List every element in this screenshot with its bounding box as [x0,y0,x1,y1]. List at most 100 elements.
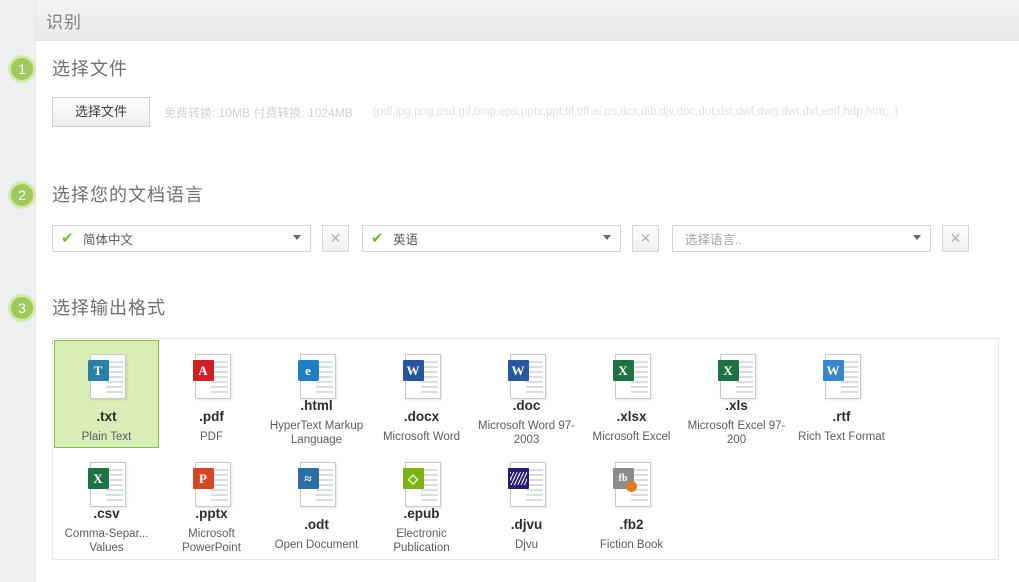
format-name-label: PDF [162,430,262,444]
format-tile-pdf[interactable]: A .pdf PDF [159,340,264,448]
fb2-dot-icon [626,481,637,492]
format-extension-label: .pptx [195,506,227,521]
supported-extensions-note: (pdf,jpg,png,psd,gif,bmp,eps,pptx,ppt,ti… [373,106,899,118]
choose-file-button[interactable]: 选择文件 [52,97,150,127]
left-gutter [0,0,36,582]
format-name-label: Microsoft Excel [582,430,682,444]
file-icon-xlsx-icon: X [611,354,653,402]
output-format-panel: T .txt Plain Text A .pdf PDF e .html HyperText M… [52,338,999,560]
step-badge-2: 2 [8,181,36,209]
format-tile-odt[interactable]: ≈ .odt Open Document [264,448,369,556]
format-badge-icon: T [88,360,109,381]
clear-language-2-button[interactable]: ✕ [632,225,659,252]
format-badge-icon: A [193,360,214,381]
check-icon: ✔ [61,231,77,246]
djvu-stripes-icon [510,472,527,485]
file-icon-docx-icon: W [401,354,443,402]
step-title-1: 选择文件 [52,55,128,81]
step-title-3: 选择输出格式 [52,294,166,320]
format-tile-csv[interactable]: X .csv Comma-Separ... Values [54,448,159,556]
step-title-2: 选择您的文档语言 [52,181,204,207]
format-badge-icon: P [193,468,214,489]
chevron-down-icon [913,235,921,240]
main-content: 1 选择文件 选择文件 免费转换: 10MB 付费转换: 1024MB (pdf… [36,41,1019,582]
format-extension-label: .txt [96,409,116,424]
language-selector-row: ✔ 简体中文 ✕ ✔ 英语 ✕ 选择语言.. ✕ [52,225,969,252]
chevron-down-icon [603,235,611,240]
file-icon-odt-icon: ≈ [296,462,338,510]
format-name-label: Plain Text [57,430,157,444]
format-extension-label: .pdf [199,409,224,424]
language-group-1: ✔ 简体中文 ✕ [52,225,349,252]
format-extension-label: .csv [93,506,119,521]
step-badge-3: 3 [8,294,36,322]
format-extension-label: .odt [304,517,329,532]
format-tile-doc[interactable]: W .doc Microsoft Word 97-2003 [474,340,579,448]
format-name-label: Microsoft Word 97-2003 [477,419,577,447]
format-extension-label: .docx [404,409,439,424]
file-icon-xls-icon: X [716,354,758,391]
file-icon-doc-icon: W [506,354,548,391]
format-tile-rtf[interactable]: W.rtfRich Text Format [789,340,894,448]
format-extension-label: .rtf [833,409,851,424]
format-tile-epub[interactable]: ◇ .epub Electronic Publication [369,448,474,556]
format-name-label: Microsoft Excel 97-200 [687,419,787,447]
format-name-label: Comma-Separ... Values [57,527,157,555]
format-badge-icon [508,468,529,489]
format-badge-icon: X [613,360,634,381]
language-select-1-value: 简体中文 [83,229,133,248]
check-icon: ✔ [371,231,387,246]
language-select-3-value: 选择语言.. [685,229,742,248]
language-group-3: 选择语言.. ✕ [672,225,969,252]
clear-language-1-button[interactable]: ✕ [322,225,349,252]
format-extension-label: .epub [404,506,440,521]
format-name-label: Microsoft Word [372,430,472,444]
file-icon-pdf-icon: A [191,354,233,402]
file-icon-djvu-icon [506,462,548,510]
file-size-note: 免费转换: 10MB 付费转换: 1024MB [164,104,353,121]
format-badge-icon: X [88,468,109,489]
format-extension-label: .xls [725,398,748,413]
file-icon-rtf-icon: W [821,354,863,402]
format-name-label: Microsoft PowerPoint [162,527,262,555]
format-badge-icon: W [508,360,529,381]
format-name-label: Djvu [477,538,577,552]
clear-language-3-button[interactable]: ✕ [942,225,969,252]
format-badge-icon: ≈ [298,468,319,489]
file-icon-pptx-icon: P [191,462,233,499]
file-icon-txt-icon: T [86,354,128,402]
file-select-row: 选择文件 免费转换: 10MB 付费转换: 1024MB (pdf,jpg,pn… [52,97,898,127]
format-tile-djvu[interactable]: .djvu Djvu [474,448,579,556]
format-tile-xls[interactable]: X .xls Microsoft Excel 97-200 [684,340,789,448]
language-select-1[interactable]: ✔ 简体中文 [52,225,311,252]
format-badge-icon: ◇ [403,468,424,489]
step-badge-1: 1 [8,55,36,83]
format-tile-fb2[interactable]: fb.fb2Fiction Book [579,448,684,556]
format-name-label: Open Document [267,538,367,552]
language-select-3[interactable]: 选择语言.. [672,225,931,252]
format-badge-icon: X [718,360,739,381]
language-select-2-value: 英语 [393,229,418,248]
file-icon-fb2-icon: fb [611,462,653,510]
format-extension-label: .doc [513,398,541,413]
format-badge-icon: W [823,360,844,381]
format-name-label: Electronic Publication [372,527,472,555]
language-select-2[interactable]: ✔ 英语 [362,225,621,252]
format-badge-icon: e [298,360,319,381]
format-extension-label: .html [300,398,332,413]
window-header: 识别 [36,0,1019,41]
format-tile-docx[interactable]: W .docx Microsoft Word [369,340,474,448]
format-tile-html[interactable]: e .html HyperText Markup Language [264,340,369,448]
format-name-label: HyperText Markup Language [267,419,367,447]
format-badge-icon: fb [613,468,634,489]
language-group-2: ✔ 英语 ✕ [362,225,659,252]
format-name-label: Fiction Book [582,538,682,552]
page-title: 识别 [46,8,82,33]
file-icon-csv-icon: X [86,462,128,499]
output-format-grid: T .txt Plain Text A .pdf PDF e .html HyperText M… [53,339,998,556]
format-tile-pptx[interactable]: P .pptx Microsoft PowerPoint [159,448,264,556]
format-tile-xlsx[interactable]: X.xlsxMicrosoft Excel [579,340,684,448]
format-tile-txt[interactable]: T .txt Plain Text [54,340,159,448]
file-icon-epub-icon: ◇ [401,462,443,499]
format-extension-label: .djvu [511,517,543,532]
